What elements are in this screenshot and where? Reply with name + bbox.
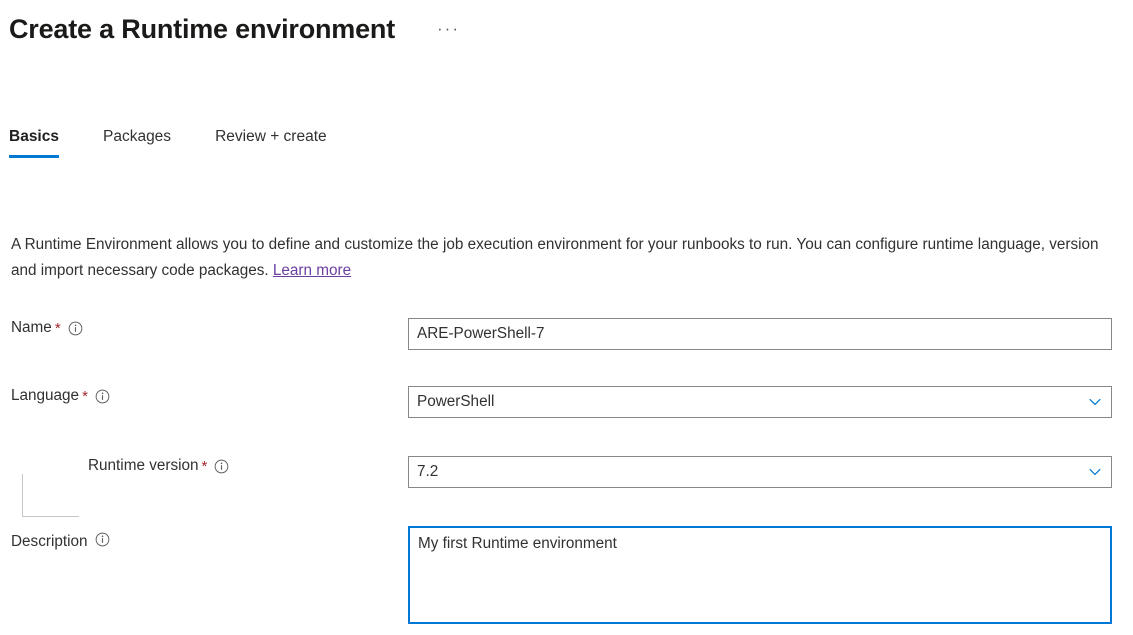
field-row-description: Description [0,526,1133,624]
language-required-marker: * [82,387,88,405]
name-control-cell [408,318,1112,350]
name-input[interactable] [408,318,1112,350]
info-circle-icon[interactable] [95,532,110,547]
language-label: Language [11,387,80,404]
runtime-version-label-cell: Runtime version * [0,456,408,476]
description-control-cell [408,526,1112,624]
name-label: Name [11,319,52,336]
field-row-language: Language * PowerShell [0,386,1133,418]
info-circle-icon[interactable] [214,459,229,474]
runtime-version-control-cell: 7.2 [408,456,1112,488]
ellipsis-horizontal-icon[interactable]: ··· [433,12,464,46]
page-header: Create a Runtime environment ··· [9,12,464,46]
description-label-cell: Description [0,526,408,552]
tab-review-create[interactable]: Review + create [215,126,327,158]
name-required-marker: * [54,319,61,337]
learn-more-link[interactable]: Learn more [273,262,351,279]
page-title: Create a Runtime environment [9,14,395,44]
description-label: Description [11,533,88,550]
intro-description: A Runtime Environment allows you to defi… [11,232,1111,284]
language-label-cell: Language * [0,386,408,406]
name-label-cell: Name * [0,318,408,338]
language-select[interactable]: PowerShell [408,386,1112,418]
info-circle-icon[interactable] [68,321,83,336]
runtime-version-label: Runtime version [88,457,199,474]
tree-connector-line [22,474,79,517]
intro-text: A Runtime Environment allows you to defi… [11,236,1099,279]
tab-basics[interactable]: Basics [9,126,59,158]
field-row-name: Name * [0,318,1133,350]
description-textarea[interactable] [408,526,1112,624]
info-circle-icon[interactable] [95,389,110,404]
runtime-version-select-wrap: 7.2 [408,456,1112,488]
language-select-wrap: PowerShell [408,386,1112,418]
tab-packages[interactable]: Packages [103,126,171,158]
runtime-version-required-marker: * [201,457,208,475]
runtime-version-select[interactable]: 7.2 [408,456,1112,488]
wizard-tabs: Basics Packages Review + create [9,126,371,158]
field-row-runtime-version: Runtime version * 7.2 [0,456,1133,517]
language-control-cell: PowerShell [408,386,1112,418]
